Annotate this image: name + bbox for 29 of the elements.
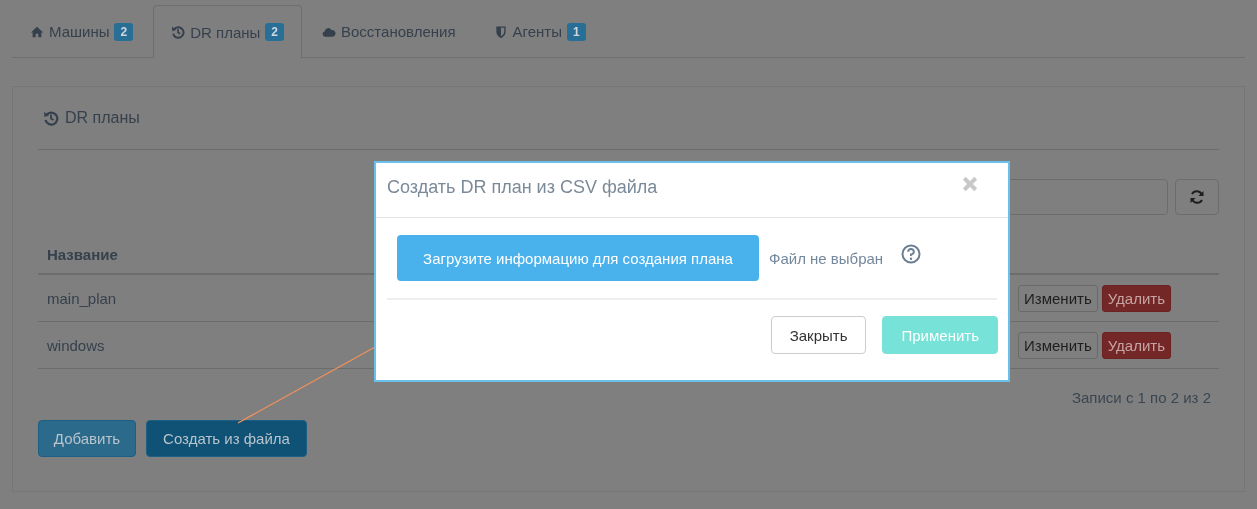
add-button[interactable]: Добавить	[38, 420, 136, 457]
close-button[interactable]: Закрыть	[770, 316, 867, 354]
table-cell: main_plan	[47, 289, 117, 307]
refresh-button[interactable]	[1175, 179, 1219, 215]
upload-button[interactable]: Загрузите информацию для создания плана	[397, 235, 759, 281]
tab[interactable]: Машины 2	[12, 5, 152, 57]
home-icon	[30, 24, 44, 39]
count-badge: 1	[566, 22, 586, 41]
tab[interactable]: Восстановления	[304, 5, 474, 57]
file-status: Файл не выбран	[769, 249, 884, 267]
delete-button[interactable]: Удалить	[1101, 331, 1171, 359]
count-badge: 2	[114, 22, 134, 41]
refresh-icon	[1189, 189, 1205, 205]
modal-title: Создать DR план из CSV файла	[387, 176, 658, 198]
edit-button[interactable]: Изменить	[1018, 331, 1098, 359]
column-header: Название	[47, 246, 118, 263]
count-badge: 2	[265, 23, 284, 41]
help-icon[interactable]	[901, 244, 922, 264]
panel-title: DR планы	[65, 109, 140, 127]
history-icon	[43, 110, 59, 126]
delete-button[interactable]: Удалить	[1101, 284, 1171, 312]
tab[interactable]: Агенты 1	[475, 5, 604, 57]
records-info: Записи с 1 по 2 из 2	[1070, 389, 1212, 406]
table-cell: windows	[47, 336, 105, 354]
create-from-file-button[interactable]: Создать из файла	[146, 420, 307, 457]
history-icon	[171, 25, 186, 39]
edit-button[interactable]: Изменить	[1018, 284, 1098, 312]
tab[interactable]: DR планы 2	[153, 5, 302, 58]
shield-icon	[493, 24, 508, 39]
